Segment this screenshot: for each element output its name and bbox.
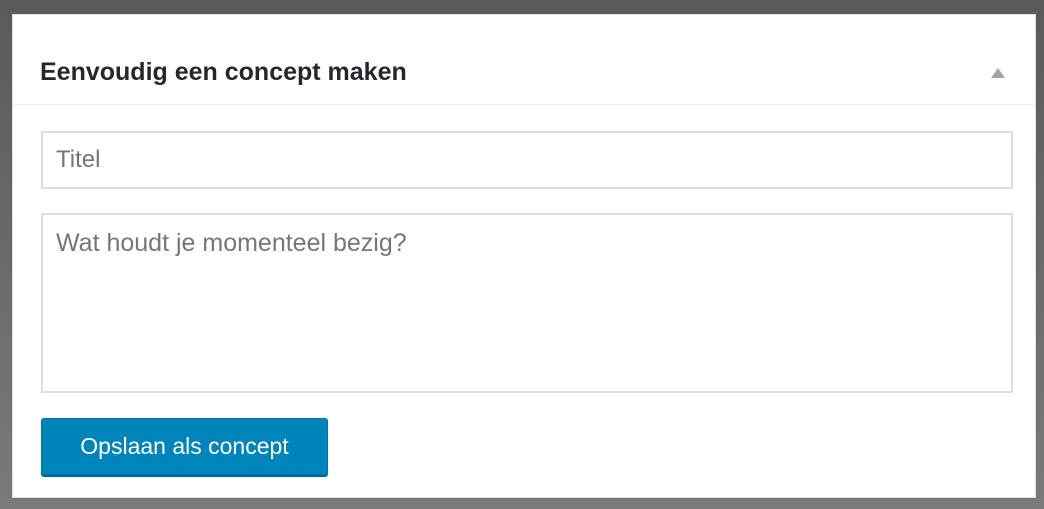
title-input[interactable] bbox=[41, 131, 1013, 189]
widget-title: Eenvoudig een concept maken bbox=[40, 58, 407, 86]
arrow-up-icon[interactable] bbox=[991, 68, 1005, 78]
content-textarea[interactable] bbox=[41, 213, 1013, 393]
widget-header: Eenvoudig een concept maken bbox=[13, 15, 1035, 105]
quick-draft-widget: Eenvoudig een concept maken Opslaan als … bbox=[12, 14, 1036, 498]
screen-frame: Eenvoudig een concept maken Opslaan als … bbox=[0, 0, 1044, 509]
save-draft-button[interactable]: Opslaan als concept bbox=[41, 418, 328, 475]
